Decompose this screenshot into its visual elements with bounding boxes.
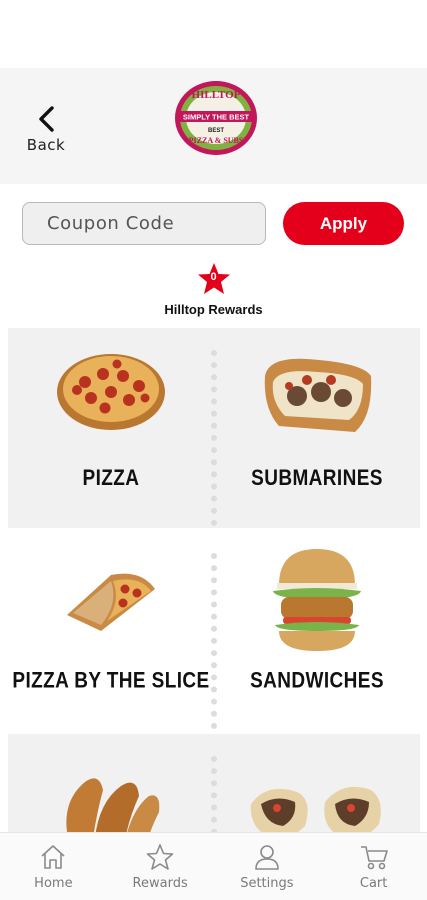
bottom-tab-bar: Home Rewards Settings Cart	[0, 832, 427, 900]
chevron-left-icon	[39, 106, 54, 132]
tab-home[interactable]: Home	[0, 833, 107, 900]
coupon-code-input[interactable]	[22, 202, 266, 245]
svg-text:BEST: BEST	[208, 128, 224, 134]
wings-image	[66, 778, 160, 842]
svg-text:PIZZA & SUBS: PIZZA & SUBS	[189, 136, 244, 145]
tab-label: Settings	[240, 876, 294, 891]
pizza-image	[57, 354, 165, 430]
category-label: SUBMARINES	[251, 466, 383, 491]
back-button[interactable]: Back	[22, 104, 70, 154]
coupon-row: Apply	[22, 202, 404, 246]
rewards-badge[interactable]: 0 Hilltop Rewards	[0, 262, 427, 317]
star-icon	[146, 844, 174, 870]
hilltop-logo: HILLTOP SIMPLY THE BEST BEST PIZZA & SUB…	[175, 81, 257, 155]
category-label: PIZZA	[82, 466, 140, 491]
category-row: PIZZA BY THE SLICE SANDWICHES	[8, 531, 420, 731]
sandwich-image	[273, 549, 361, 651]
cart-icon	[360, 846, 388, 870]
tab-label: Rewards	[132, 876, 188, 891]
back-label: Back	[26, 136, 66, 154]
category-sandwiches[interactable]: SANDWICHES	[214, 531, 420, 731]
tab-rewards[interactable]: Rewards	[107, 833, 214, 900]
rewards-count: 0	[210, 271, 217, 283]
svg-text:HILLTOP: HILLTOP	[192, 89, 241, 101]
category-pizza[interactable]: PIZZA	[8, 328, 214, 528]
app-header: Back HILLTOP SIMPLY THE BEST BEST PIZZA …	[0, 68, 427, 184]
svg-text:SIMPLY THE BEST: SIMPLY THE BEST	[183, 113, 250, 122]
category-submarines[interactable]: SUBMARINES	[214, 328, 420, 528]
tab-label: Home	[34, 876, 73, 891]
category-label: PIZZA BY THE SLICE	[12, 669, 210, 694]
submarine-image	[264, 358, 372, 432]
tab-settings[interactable]: Settings	[214, 833, 321, 900]
rewards-label: Hilltop Rewards	[164, 302, 263, 317]
tab-cart[interactable]: Cart	[320, 833, 427, 900]
status-bar-area	[0, 0, 427, 68]
home-icon	[41, 845, 65, 869]
category-label: SANDWICHES	[250, 669, 384, 694]
category-grid: PIZZA SUBMARINES PIZZA BY THE SLICE SAND…	[8, 328, 420, 900]
tab-label: Cart	[359, 876, 388, 891]
apply-button[interactable]: Apply	[283, 202, 404, 245]
rewards-star: 0	[196, 262, 232, 296]
user-icon	[255, 845, 279, 870]
pizza-slice-image	[67, 573, 155, 631]
category-pizza-by-the-slice[interactable]: PIZZA BY THE SLICE	[8, 531, 214, 731]
category-row: PIZZA SUBMARINES	[8, 328, 420, 528]
